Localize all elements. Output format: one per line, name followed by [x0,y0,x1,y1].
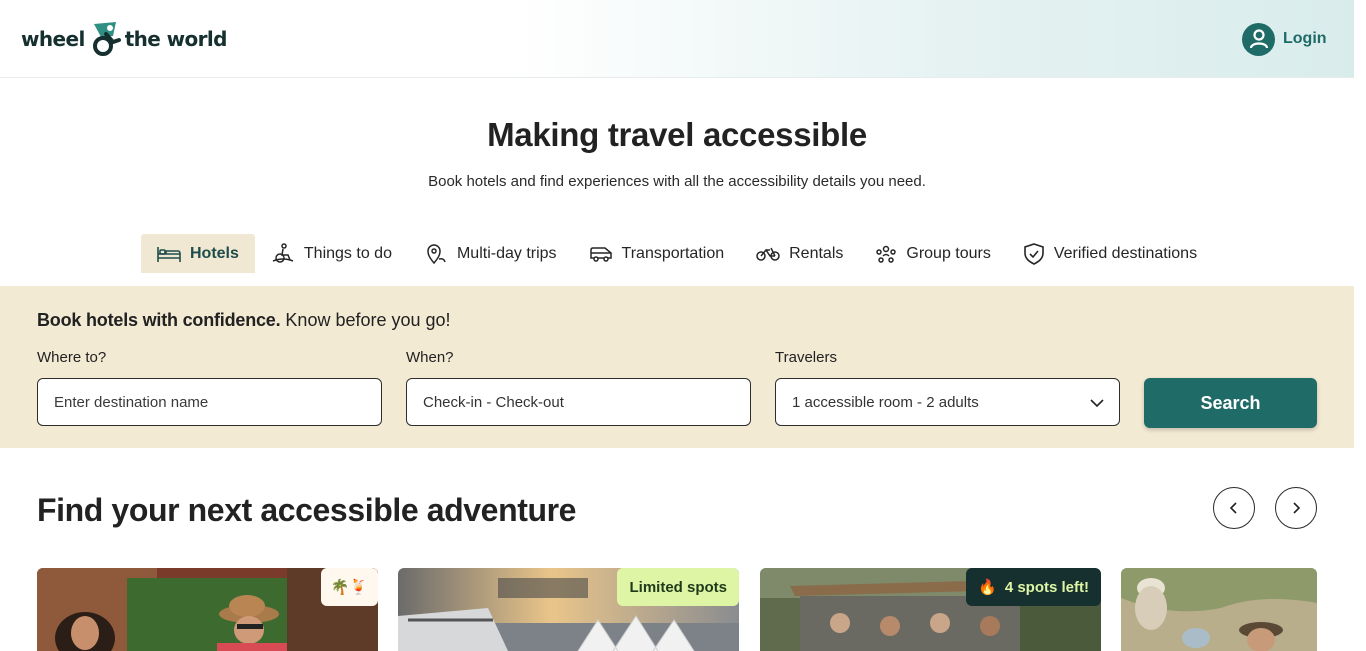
chevron-right-icon [1293,502,1301,514]
tab-label: Group tours [906,244,991,262]
travelers-value: 1 accessible room - 2 adults [792,393,979,411]
hero-subtitle: Book hotels and find experiences with al… [428,173,926,190]
fire-icon: 🔥 [978,579,997,596]
chevron-left-icon [1229,502,1237,514]
where-label: Where to? [37,349,107,366]
login-label: Login [1283,30,1327,47]
tropical-drink-emoji: 🌴🍹 [330,579,368,596]
adventure-card[interactable]: 🌴🍹 [37,568,378,651]
bed-icon [157,246,181,262]
login-button[interactable]: Login [1242,22,1327,56]
brand-name-left: wheel [21,27,85,51]
date-value: Check-in - Check-out [423,393,564,411]
tab-verified-destinations[interactable]: Verified destinations [1007,234,1213,273]
user-icon [1242,22,1275,56]
card-badge: Limited spots [617,568,739,606]
search-panel: Book hotels with confidence. Know before… [0,286,1354,448]
bicycle-icon [756,247,780,261]
tab-things-to-do[interactable]: Things to do [255,234,408,273]
group-icon [876,245,897,263]
hero-title: Making travel accessible [487,116,867,153]
tab-multi-day-trips[interactable]: Multi-day trips [408,234,573,273]
tab-label: Hotels [190,244,239,262]
carousel-prev-button[interactable] [1213,487,1255,529]
search-headline-bold: Book hotels with confidence. [37,310,281,330]
search-button[interactable]: Search [1144,378,1317,428]
adventures-title: Find your next accessible adventure [37,492,577,528]
wheelchair-logo-icon [92,22,121,56]
tab-label: Transportation [621,244,725,262]
brand-logo[interactable]: wheel the world [21,22,227,56]
site-header: wheel the world Login [0,0,1354,78]
tab-label: Things to do [303,244,392,262]
destination-input[interactable] [37,378,382,426]
search-headline-rest: Know before you go! [280,310,451,330]
chevron-down-icon [1090,399,1104,408]
adventure-card[interactable]: 🔥 4 spots left! [760,568,1101,651]
spots-left-label: 4 spots left! [1004,578,1089,596]
category-tabs: Hotels Things to do Multi-day trips Tran… [141,234,1213,273]
shield-check-icon [1024,242,1044,265]
limited-spots-label: Limited spots [629,578,727,596]
map-pin-icon [427,243,446,264]
card-badge: 🔥 4 spots left! [966,568,1101,606]
van-icon [589,246,612,262]
card-photo [1121,568,1317,651]
travelers-label: Travelers [775,349,837,366]
tab-label: Multi-day trips [456,244,557,262]
tab-group-tours[interactable]: Group tours [859,234,1006,273]
tab-label: Verified destinations [1053,244,1198,262]
brand-name-right: the world [124,27,228,51]
tab-transportation[interactable]: Transportation [573,234,741,273]
adventure-card[interactable] [1121,568,1317,651]
when-label: When? [406,349,454,366]
travelers-select[interactable]: 1 accessible room - 2 adults [775,378,1120,426]
tab-hotels[interactable]: Hotels [141,234,255,273]
search-headline: Book hotels with confidence. Know before… [37,310,451,331]
tab-label: Rentals [789,244,844,262]
date-picker-field[interactable]: Check-in - Check-out [406,378,751,426]
card-badge: 🌴🍹 [320,568,378,606]
tab-rentals[interactable]: Rentals [740,234,859,273]
adventure-card[interactable]: Limited spots [398,568,739,651]
wheelchair-person-icon [272,242,294,263]
carousel-next-button[interactable] [1275,487,1317,529]
